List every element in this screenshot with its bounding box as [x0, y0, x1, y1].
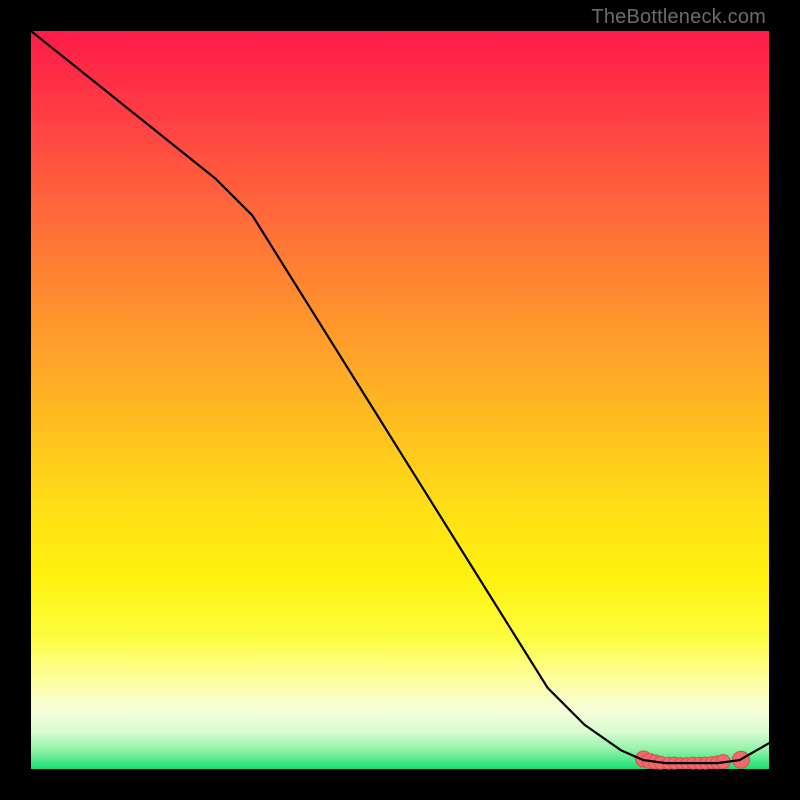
chart-container: TheBottleneck.com [0, 0, 800, 800]
attribution-label: TheBottleneck.com [591, 6, 766, 29]
series-curve [31, 31, 769, 763]
chart-overlay [31, 31, 769, 769]
